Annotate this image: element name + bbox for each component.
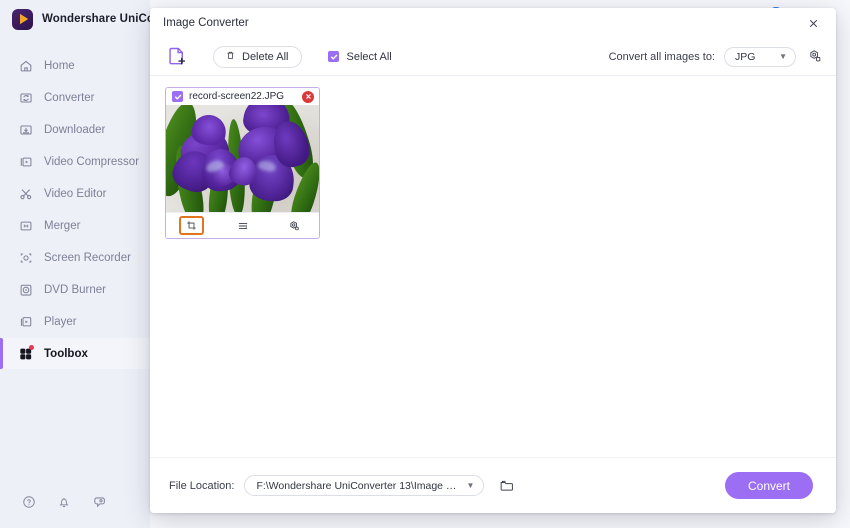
help-icon[interactable] [22,495,36,514]
sidebar-item-screen-recorder[interactable]: Screen Recorder [0,242,150,273]
sidebar-item-video-editor[interactable]: Video Editor [0,178,150,209]
sidebar-item-label: Toolbox [44,347,88,360]
sidebar-item-label: Video Compressor [44,155,140,168]
video-compressor-icon [18,154,33,169]
bell-icon[interactable] [57,495,71,514]
sidebar: Wondershare UniCon Home Converter Downlo… [0,0,161,528]
sidebar-item-downloader[interactable]: Downloader [0,114,150,145]
toolbox-badge-dot [29,345,34,350]
sidebar-item-label: Converter [44,91,95,104]
watermark-icon [281,216,306,235]
trash-icon [225,50,236,64]
sidebar-item-home[interactable]: Home [0,50,150,81]
crop-icon [179,216,204,235]
dialog-toolbar: Delete All Select All Convert all images… [150,38,836,76]
merger-icon [18,218,33,233]
watermark-tool-button[interactable] [268,213,319,239]
sidebar-item-label: Player [44,315,77,328]
output-format-value: JPG [735,50,756,63]
sidebar-item-label: Merger [44,219,81,232]
sidebar-footer [0,480,150,528]
file-name-label: record-screen22.JPG [189,91,285,102]
screen-recorder-icon [18,250,33,265]
sidebar-item-player[interactable]: Player [0,306,150,337]
brand: Wondershare UniCon [0,4,161,34]
crop-tool-button[interactable] [166,213,217,239]
sidebar-item-converter[interactable]: Converter [0,82,150,113]
toolbox-icon [18,345,34,361]
sidebar-item-toolbox[interactable]: Toolbox [0,338,150,369]
delete-all-button[interactable]: Delete All [213,45,303,68]
remove-file-icon[interactable] [302,90,314,103]
dvd-burner-icon [18,282,33,297]
convert-all-images-label: Convert all images to: [608,50,715,63]
checkbox-checked-icon [328,51,340,62]
dialog-footer: File Location: F:\Wondershare UniConvert… [150,457,836,513]
file-card-header: record-screen22.JPG [166,88,319,105]
adjust-sliders-icon [230,216,255,235]
sidebar-item-label: Video Editor [44,187,107,200]
sidebar-item-label: Screen Recorder [44,251,131,264]
sidebar-item-dvd-burner[interactable]: DVD Burner [0,274,150,305]
chevron-down-icon: ▼ [779,51,787,61]
sidebar-item-label: Downloader [44,123,106,136]
app-root: Wondershare UniCon Home Converter Downlo… [0,0,850,528]
converter-icon [18,90,33,105]
select-all-checkbox[interactable]: Select All [328,50,392,63]
dialog-title-bar: Image Converter [150,8,836,38]
downloader-icon [18,122,33,137]
file-location-select[interactable]: F:\Wondershare UniConverter 13\Image Out… [244,475,485,496]
file-list-area: record-screen22.JPG [150,76,836,457]
delete-all-label: Delete All [242,50,289,63]
image-converter-dialog: Image Converter Delete All Select All Co… [150,8,836,513]
dialog-title: Image Converter [163,17,249,29]
sidebar-item-label: DVD Burner [44,283,106,296]
chevron-down-icon: ▼ [466,480,475,490]
output-format-select[interactable]: JPG ▼ [724,46,796,67]
folder-icon[interactable] [497,477,515,495]
close-icon[interactable] [802,12,824,34]
file-card-tools [166,212,319,238]
home-icon [18,58,33,73]
add-file-icon[interactable] [164,44,190,70]
convert-format-group: Convert all images to: JPG ▼ [608,46,823,67]
gear-icon[interactable] [805,48,823,66]
sidebar-item-label: Home [44,59,75,72]
feedback-icon[interactable] [92,494,107,514]
convert-button[interactable]: Convert [725,472,813,499]
sidebar-item-video-compressor[interactable]: Video Compressor [0,146,150,177]
sidebar-item-merger[interactable]: Merger [0,210,150,241]
file-location-label: File Location: [169,479,235,492]
scissors-icon [18,186,33,201]
brand-title: Wondershare UniCon [42,13,162,25]
file-location-value: F:\Wondershare UniConverter 13\Image Out… [256,479,461,492]
file-thumbnail [166,105,319,212]
uniconverter-logo-icon [12,8,33,30]
adjust-tool-button[interactable] [217,213,268,239]
player-icon [18,314,33,329]
sidebar-nav: Home Converter Downloader Video Compress… [0,50,150,370]
select-all-label: Select All [346,50,392,63]
file-card[interactable]: record-screen22.JPG [165,87,320,239]
file-checkbox[interactable] [172,91,183,102]
